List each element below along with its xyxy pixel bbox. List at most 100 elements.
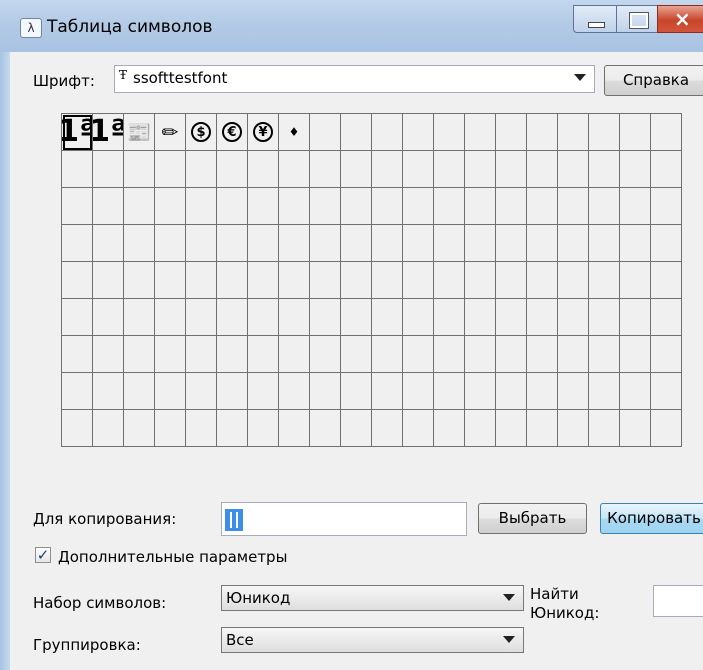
grid-cell[interactable] — [496, 373, 527, 410]
grid-cell[interactable] — [62, 188, 93, 225]
grid-cell[interactable] — [589, 114, 620, 151]
grid-cell[interactable] — [186, 188, 217, 225]
grid-cell[interactable] — [465, 114, 496, 151]
grid-cell[interactable] — [527, 151, 558, 188]
grid-cell[interactable] — [465, 299, 496, 336]
grid-cell[interactable] — [651, 373, 682, 410]
grid-cell[interactable] — [186, 225, 217, 262]
grid-cell[interactable] — [62, 299, 93, 336]
grid-cell[interactable] — [217, 373, 248, 410]
grid-cell[interactable] — [217, 151, 248, 188]
copy-button[interactable]: Копировать — [600, 503, 703, 534]
grid-cell[interactable] — [93, 262, 124, 299]
grid-cell[interactable] — [248, 225, 279, 262]
grid-cell[interactable] — [62, 336, 93, 373]
grid-cell[interactable] — [124, 262, 155, 299]
grid-cell[interactable]: 1ª — [62, 114, 93, 151]
grid-cell[interactable] — [589, 151, 620, 188]
grid-cell[interactable] — [124, 299, 155, 336]
title-bar[interactable]: λ Таблица символов × — [0, 0, 703, 52]
grid-cell[interactable]: ¥ — [248, 114, 279, 151]
grid-cell[interactable] — [217, 299, 248, 336]
font-dropdown[interactable]: Ŧ ssofttestfont — [114, 65, 595, 93]
grid-cell[interactable] — [496, 225, 527, 262]
grid-cell[interactable] — [155, 410, 186, 447]
grid-cell[interactable] — [527, 114, 558, 151]
grid-cell[interactable] — [124, 373, 155, 410]
grid-cell[interactable] — [310, 299, 341, 336]
grid-cell[interactable] — [62, 225, 93, 262]
grid-cell[interactable] — [279, 262, 310, 299]
grid-cell[interactable] — [341, 151, 372, 188]
grid-cell[interactable] — [310, 114, 341, 151]
grid-cell[interactable] — [93, 299, 124, 336]
grid-cell[interactable] — [527, 410, 558, 447]
grid-cell[interactable] — [217, 188, 248, 225]
grid-cell[interactable] — [310, 336, 341, 373]
grid-cell[interactable] — [558, 262, 589, 299]
grid-cell[interactable] — [620, 299, 651, 336]
grid-cell[interactable] — [620, 373, 651, 410]
grid-cell[interactable] — [93, 336, 124, 373]
grid-cell[interactable] — [372, 225, 403, 262]
grid-cell[interactable] — [372, 188, 403, 225]
grid-cell[interactable] — [496, 151, 527, 188]
grid-cell[interactable] — [372, 299, 403, 336]
grid-cell[interactable] — [620, 336, 651, 373]
grid-cell[interactable] — [496, 262, 527, 299]
grid-cell[interactable] — [124, 225, 155, 262]
grid-cell[interactable] — [434, 225, 465, 262]
grid-cell[interactable] — [124, 336, 155, 373]
grid-cell[interactable]: 📰 — [124, 114, 155, 151]
grid-cell[interactable] — [434, 410, 465, 447]
help-button[interactable]: Справка — [604, 65, 703, 96]
grid-cell[interactable] — [155, 262, 186, 299]
grid-cell[interactable] — [651, 410, 682, 447]
grid-cell[interactable] — [186, 151, 217, 188]
grid-cell[interactable] — [403, 151, 434, 188]
chevron-down-icon[interactable] — [503, 636, 515, 643]
grid-cell[interactable] — [558, 373, 589, 410]
grid-cell[interactable] — [341, 262, 372, 299]
advanced-options-checkbox[interactable]: ✓ — [35, 547, 51, 563]
grid-cell[interactable]: 1ª — [93, 114, 124, 151]
grid-cell[interactable] — [434, 114, 465, 151]
grid-cell[interactable] — [186, 373, 217, 410]
grid-cell[interactable] — [372, 262, 403, 299]
charset-dropdown[interactable]: Юникод — [221, 585, 524, 611]
find-unicode-input[interactable] — [653, 585, 703, 617]
grid-cell[interactable] — [310, 188, 341, 225]
grid-cell[interactable] — [558, 410, 589, 447]
grid-cell[interactable] — [341, 336, 372, 373]
grid-cell[interactable]: ✏ — [155, 114, 186, 151]
grid-cell[interactable] — [124, 410, 155, 447]
grid-cell[interactable] — [651, 262, 682, 299]
grid-cell[interactable] — [651, 114, 682, 151]
maximize-button[interactable] — [616, 5, 658, 33]
grid-cell[interactable] — [62, 151, 93, 188]
grid-cell[interactable] — [341, 225, 372, 262]
select-button[interactable]: Выбрать — [478, 503, 587, 534]
grid-cell[interactable] — [465, 336, 496, 373]
grid-cell[interactable] — [248, 299, 279, 336]
grid-cell[interactable] — [496, 114, 527, 151]
grid-cell[interactable] — [248, 262, 279, 299]
grid-cell[interactable] — [341, 114, 372, 151]
grid-cell[interactable] — [527, 299, 558, 336]
grid-cell[interactable] — [620, 410, 651, 447]
grid-cell[interactable] — [403, 262, 434, 299]
grid-cell[interactable] — [62, 410, 93, 447]
grid-cell[interactable] — [279, 373, 310, 410]
grid-cell[interactable] — [651, 299, 682, 336]
grid-cell[interactable] — [651, 336, 682, 373]
grid-cell[interactable] — [558, 299, 589, 336]
grid-cell[interactable] — [372, 373, 403, 410]
grid-cell[interactable] — [589, 262, 620, 299]
grid-cell[interactable] — [527, 373, 558, 410]
grid-cell[interactable] — [186, 299, 217, 336]
grid-cell[interactable]: $ — [186, 114, 217, 151]
grid-cell[interactable] — [248, 373, 279, 410]
advanced-options-label[interactable]: Дополнительные параметры — [58, 548, 287, 566]
grid-cell[interactable] — [434, 373, 465, 410]
grid-cell[interactable] — [651, 225, 682, 262]
